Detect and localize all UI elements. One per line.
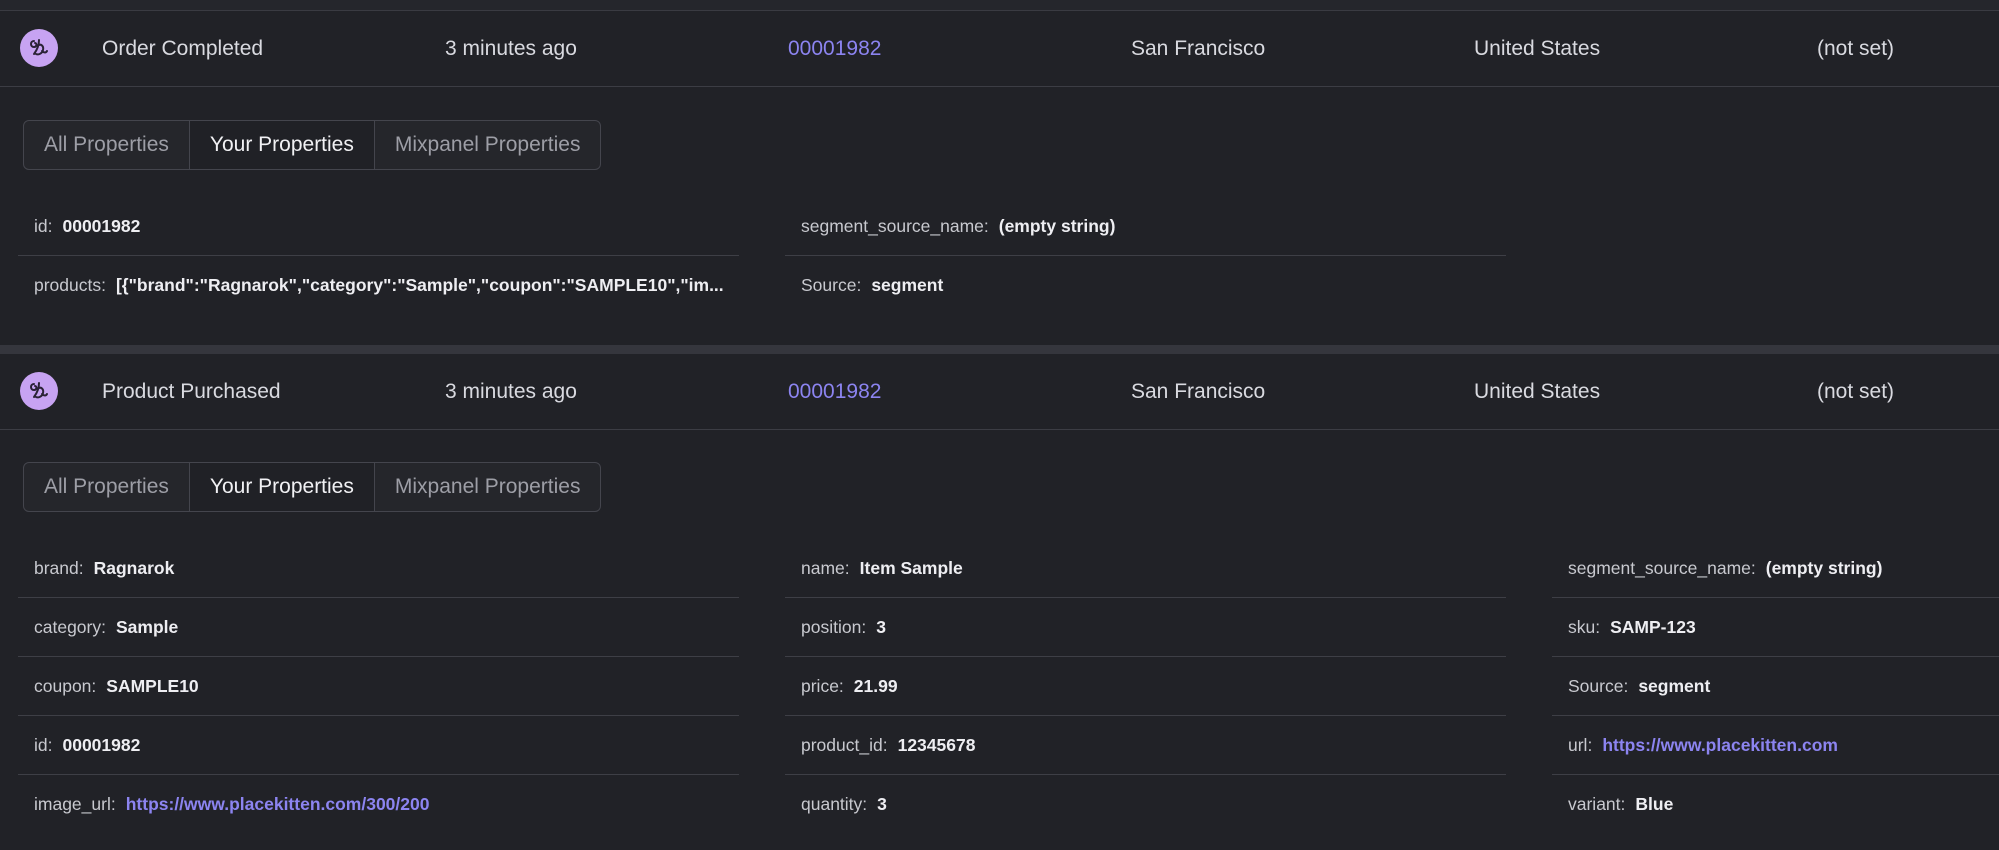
property-item: Source: segment — [785, 256, 1506, 315]
event-country: United States — [1474, 380, 1601, 403]
property-key: brand: — [34, 558, 84, 578]
property-value: 00001982 — [62, 735, 141, 755]
tab-all-properties[interactable]: All Properties — [24, 463, 190, 511]
image-url-link[interactable]: https://www.placekitten.com/300/200 — [126, 794, 430, 814]
mixpanel-user-avatar-icon — [30, 382, 48, 399]
event-name[interactable]: Order Completed — [102, 11, 263, 86]
property-tabs: All Properties Your Properties Mixpanel … — [23, 120, 602, 170]
property-value: 21.99 — [853, 676, 898, 696]
property-key: segment_source_name: — [801, 216, 989, 236]
property-key: Source: — [1568, 676, 1629, 696]
property-key: product_id: — [801, 735, 888, 755]
url-link[interactable]: https://www.placekitten.com — [1602, 735, 1838, 755]
property-item: category: Sample — [18, 598, 739, 657]
property-item: price: 21.99 — [785, 657, 1506, 716]
property-key: coupon: — [34, 676, 97, 696]
distinct-id-link[interactable]: 00001982 — [788, 354, 881, 429]
event-time: 3 minutes ago — [445, 37, 577, 60]
property-item: Source: segment — [1552, 657, 1999, 716]
property-item: id: 00001982 — [18, 716, 739, 775]
property-key: sku: — [1568, 617, 1601, 637]
property-value: segment — [871, 275, 944, 295]
property-value: Ragnarok — [93, 558, 175, 578]
event-os: (not set) — [1817, 380, 1895, 403]
property-item: variant: Blue — [1552, 775, 1999, 834]
distinct-id-link[interactable]: 00001982 — [788, 11, 881, 86]
tab-your-properties[interactable]: Your Properties — [189, 121, 375, 169]
property-value: Sample — [115, 617, 179, 637]
property-key: products: — [34, 275, 106, 295]
event-time: 3 minutes ago — [445, 380, 577, 403]
property-value: 3 — [877, 794, 887, 814]
property-key: category: — [34, 617, 106, 637]
property-key: price: — [801, 676, 844, 696]
property-key: url: — [1568, 735, 1593, 755]
property-value: [{"brand":"Ragnarok","category":"Sample"… — [115, 275, 724, 295]
property-key: image_url: — [34, 794, 116, 814]
avatar[interactable] — [20, 29, 58, 67]
event-divider — [0, 345, 1999, 354]
event-os: (not set) — [1817, 37, 1895, 60]
property-item: sku: SAMP-123 — [1552, 598, 1999, 657]
property-item: coupon: SAMPLE10 — [18, 657, 739, 716]
property-item: url: https://www.placekitten.com — [1552, 716, 1999, 775]
property-value: SAMP-123 — [1610, 617, 1696, 637]
property-value: (empty string) — [998, 216, 1116, 236]
event-row-product-purchased[interactable]: Product Purchased 3 minutes ago 00001982… — [0, 354, 1999, 430]
tab-mixpanel-properties[interactable]: Mixpanel Properties — [375, 121, 601, 169]
mixpanel-user-avatar-icon — [30, 39, 48, 56]
property-key: id: — [34, 216, 53, 236]
event-row-order-completed[interactable]: Order Completed 3 minutes ago 00001982 S… — [0, 11, 1999, 87]
property-value: segment — [1638, 676, 1711, 696]
property-item: id: 00001982 — [18, 197, 739, 256]
property-item: name: Item Sample — [785, 539, 1506, 598]
property-item: position: 3 — [785, 598, 1506, 657]
property-value: 12345678 — [897, 735, 976, 755]
property-value: (empty string) — [1765, 558, 1883, 578]
property-key: position: — [801, 617, 867, 637]
property-item: image_url: https://www.placekitten.com/30… — [18, 775, 739, 834]
property-item: product_id: 12345678 — [785, 716, 1506, 775]
event-city: San Francisco — [1131, 37, 1266, 60]
property-key: Source: — [801, 275, 862, 295]
tab-your-properties[interactable]: Your Properties — [189, 463, 375, 511]
event-city: San Francisco — [1131, 380, 1266, 403]
event-country: United States — [1474, 37, 1601, 60]
property-key: quantity: — [801, 794, 868, 814]
property-key: variant: — [1568, 794, 1626, 814]
property-item: segment_source_name: (empty string) — [1552, 539, 1999, 598]
property-item: quantity: 3 — [785, 775, 1506, 834]
property-key: segment_source_name: — [1568, 558, 1756, 578]
property-value: SAMPLE10 — [106, 676, 199, 696]
property-value: Blue — [1635, 794, 1674, 814]
property-item: products: [{"brand":"Ragnarok","category"… — [18, 256, 739, 315]
property-value: 00001982 — [62, 216, 141, 236]
property-tabs: All Properties Your Properties Mixpanel … — [23, 462, 602, 512]
property-value: 3 — [876, 617, 886, 637]
event-name[interactable]: Product Purchased — [102, 354, 281, 429]
property-value: Item Sample — [859, 558, 963, 578]
property-key: id: — [34, 735, 53, 755]
tab-mixpanel-properties[interactable]: Mixpanel Properties — [375, 463, 601, 511]
top-strip — [0, 0, 1999, 11]
property-key: name: — [801, 558, 850, 578]
property-item: brand: Ragnarok — [18, 539, 739, 598]
property-item: segment_source_name: (empty string) — [785, 197, 1506, 256]
tab-all-properties[interactable]: All Properties — [24, 121, 190, 169]
avatar[interactable] — [20, 372, 58, 410]
